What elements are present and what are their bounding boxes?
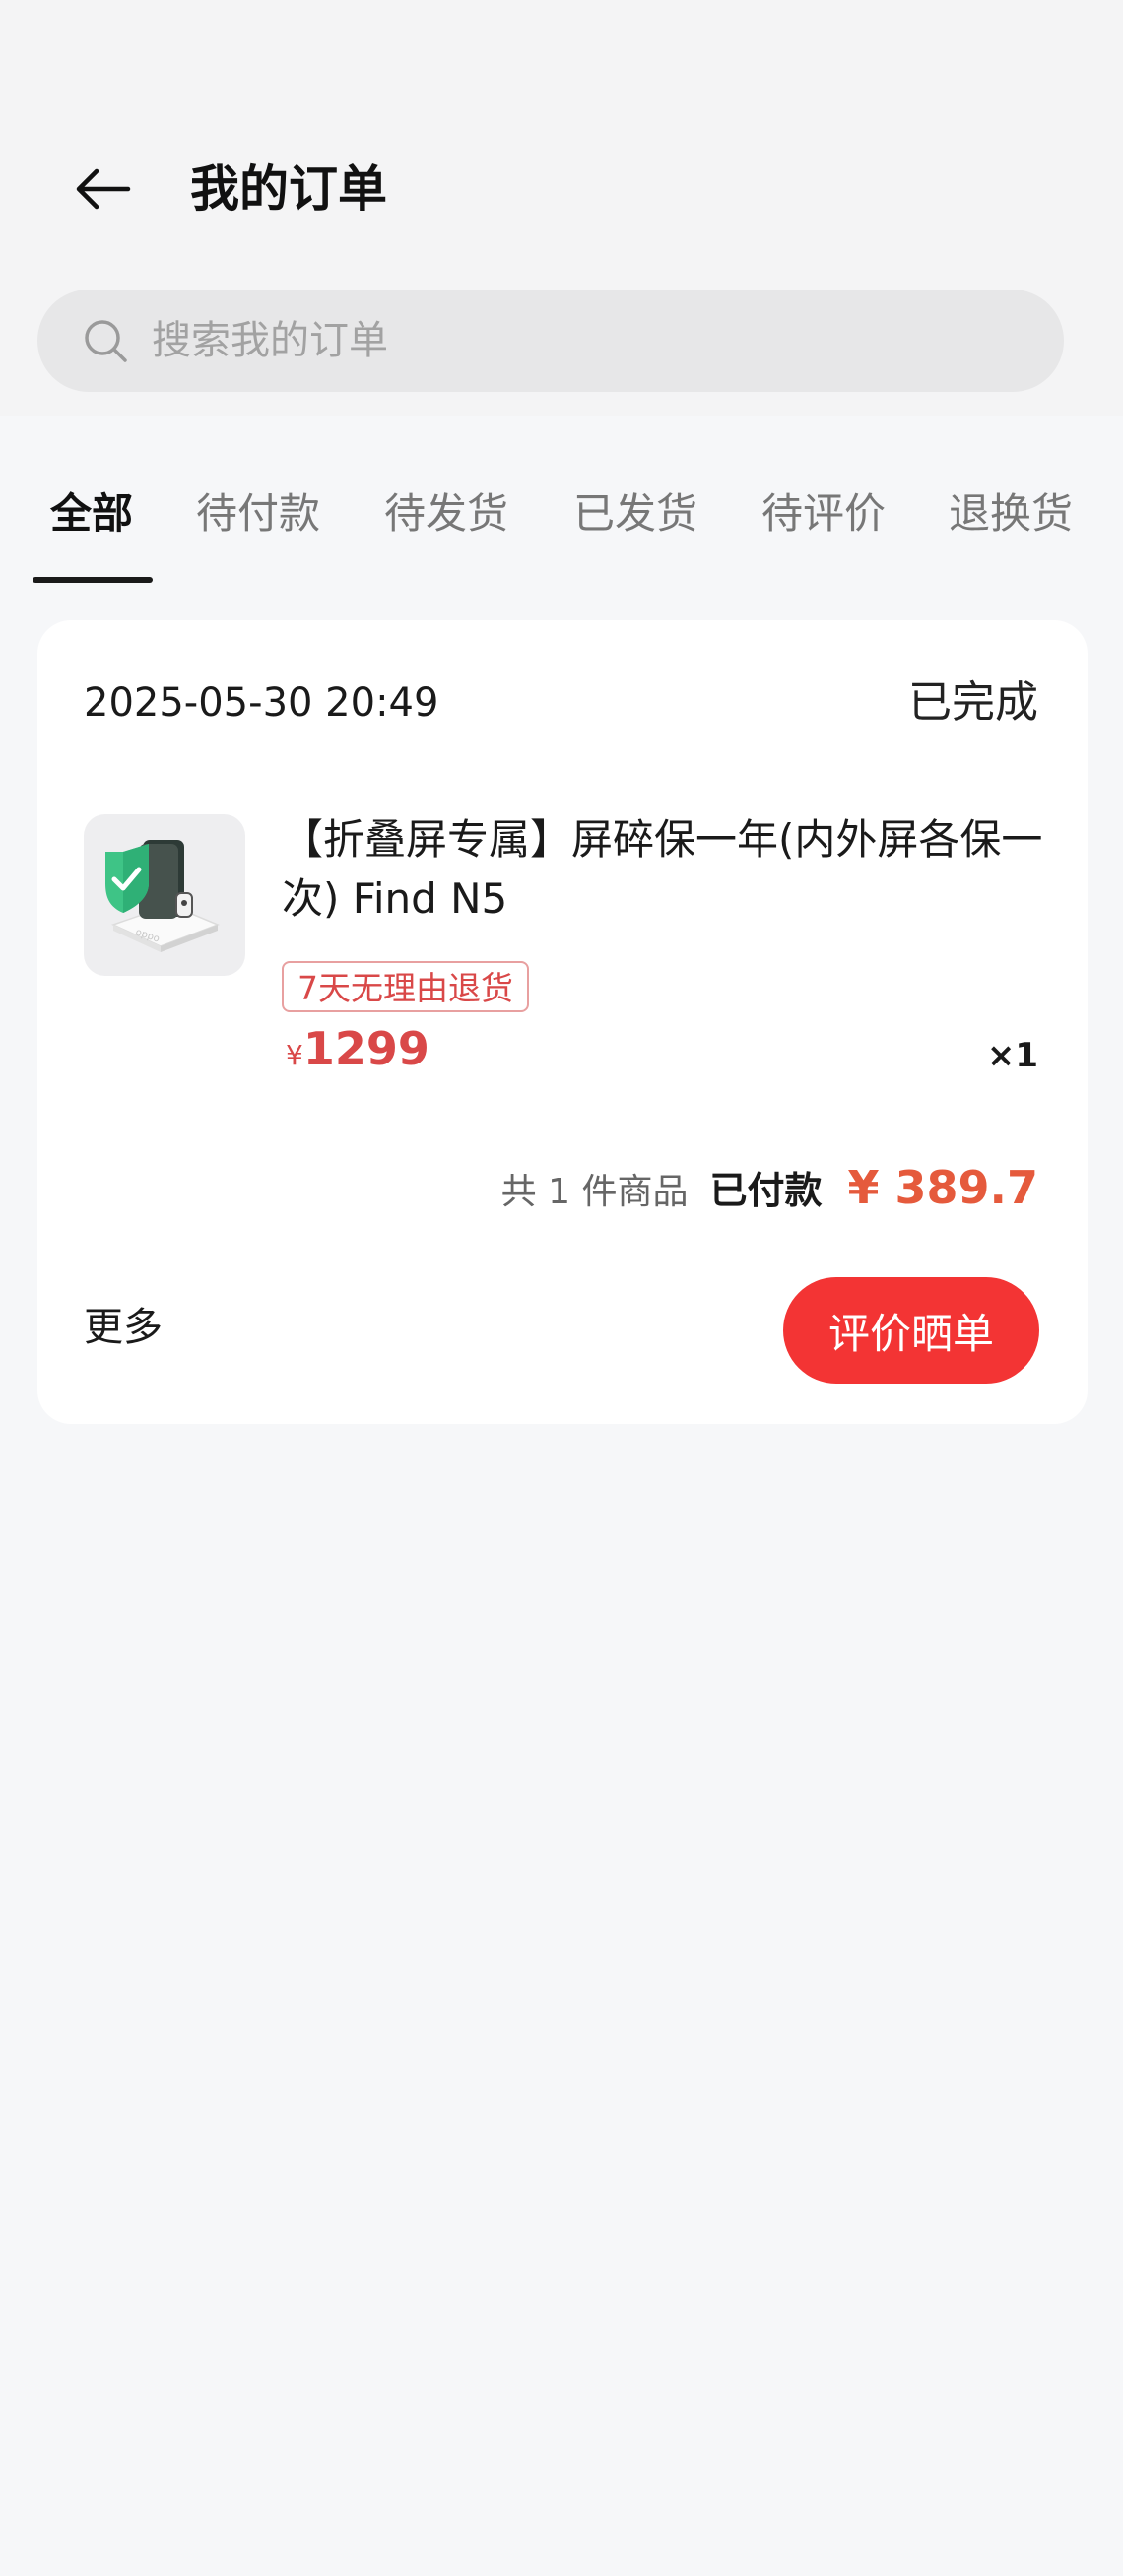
header-area: 我的订单 bbox=[0, 0, 1123, 416]
more-button[interactable]: 更多 bbox=[84, 1300, 163, 1355]
price-value: 1299 bbox=[302, 1022, 429, 1075]
arrow-left-icon bbox=[76, 168, 131, 210]
order-summary: 共 1 件商品 已付款 ¥ 389.7 bbox=[501, 1160, 1038, 1214]
product-image[interactable]: oppo bbox=[84, 814, 245, 976]
tab-shipped[interactable]: 已发货 bbox=[573, 484, 697, 544]
tab-pending-review[interactable]: 待评价 bbox=[761, 484, 886, 544]
price-currency: ¥ bbox=[286, 1039, 303, 1071]
unit-price: ¥1299 bbox=[286, 1022, 429, 1075]
return-policy-badge: 7天无理由退货 bbox=[282, 961, 529, 1012]
search-icon bbox=[79, 314, 132, 367]
product-title[interactable]: 【折叠屏专属】屏碎保一年(内外屏各保一次) Find N5 bbox=[282, 810, 1050, 929]
active-tab-indicator bbox=[33, 577, 153, 583]
search-input[interactable] bbox=[150, 317, 1021, 364]
order-total: ¥ 389.7 bbox=[847, 1161, 1038, 1214]
quantity: ×1 bbox=[986, 1036, 1038, 1075]
review-button[interactable]: 评价晒单 bbox=[783, 1277, 1039, 1384]
tab-pending-payment[interactable]: 待付款 bbox=[196, 484, 320, 544]
item-count: 共 1 件商品 bbox=[500, 1172, 689, 1212]
tab-all[interactable]: 全部 bbox=[50, 484, 133, 544]
search-bar[interactable] bbox=[37, 290, 1064, 392]
tab-pending-shipment[interactable]: 待发货 bbox=[384, 484, 508, 544]
order-card[interactable]: 2025-05-30 20:49 已完成 oppo 【折叠屏专属】屏碎保一年(内… bbox=[37, 620, 1088, 1424]
page-title: 我的订单 bbox=[190, 161, 387, 218]
tab-bar: 全部 待付款 待发货 已发货 待评价 退换货 bbox=[0, 463, 1123, 583]
back-button[interactable] bbox=[61, 148, 144, 230]
order-status: 已完成 bbox=[908, 677, 1038, 728]
paid-label: 已付款 bbox=[709, 1169, 823, 1212]
order-time: 2025-05-30 20:49 bbox=[84, 680, 439, 726]
tab-returns[interactable]: 退换货 bbox=[949, 484, 1073, 544]
